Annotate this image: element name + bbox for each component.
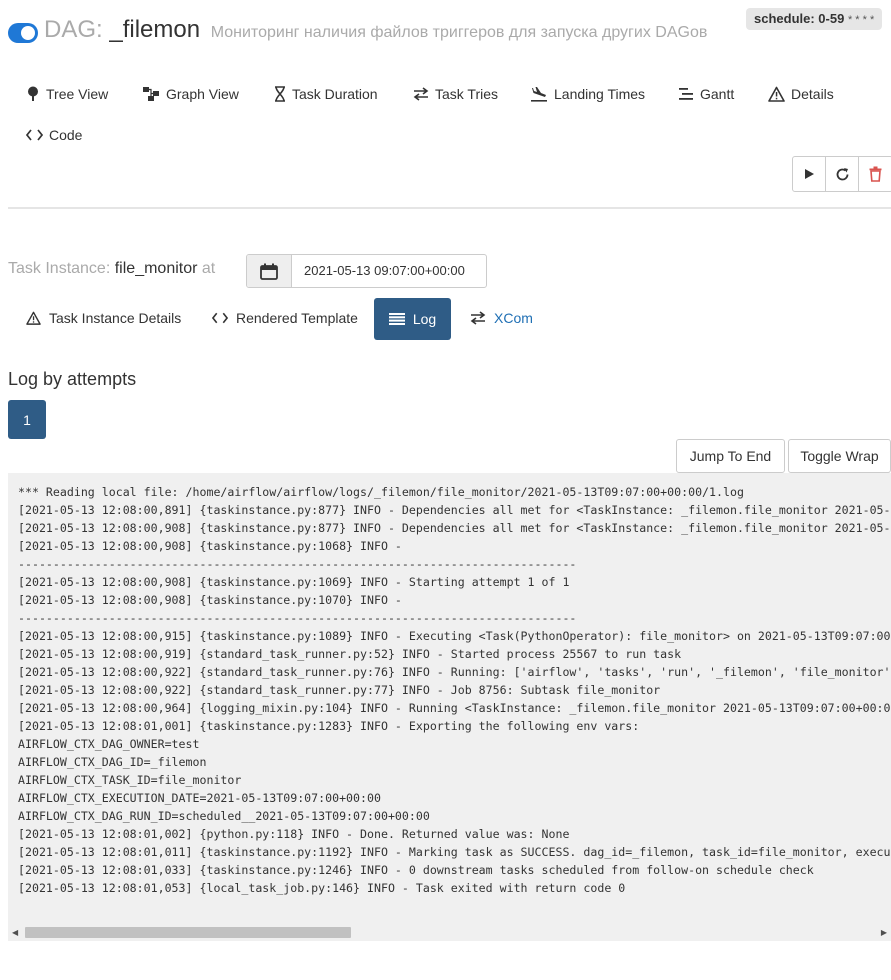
tab-task-instance-details-label: Task Instance Details [49,310,182,326]
dag-prefix: DAG: [44,16,103,43]
swap-arrows-icon [470,311,486,325]
schedule-label: schedule: 0-59 [754,11,845,26]
nav-code[interactable]: Code [26,127,82,143]
log-line: AIRFLOW_CTX_DAG_ID=_filemon [18,755,207,769]
trash-icon [869,166,882,182]
log-line: AIRFLOW_CTX_TASK_ID=file_monitor [18,773,242,787]
execution-date-picker[interactable]: 2021-05-13 09:07:00+00:00 [246,254,487,288]
divider [8,207,891,209]
calendar-icon [260,263,278,280]
nav-tree-view[interactable]: Tree View [26,86,108,102]
log-line: [2021-05-13 12:08:00,922] {standard_task… [18,683,661,697]
log-line: AIRFLOW_CTX_EXECUTION_DATE=2021-05-13T09… [18,791,381,805]
log-line: [2021-05-13 12:08:00,919] {standard_task… [18,647,682,661]
log-line: [2021-05-13 12:08:00,922] {standard_task… [18,665,891,679]
tab-rendered-template-label: Rendered Template [236,310,358,326]
execution-date-input[interactable]: 2021-05-13 09:07:00+00:00 [292,255,486,287]
nav-code-label: Code [49,127,83,143]
jump-to-end-button[interactable]: Jump To End [676,439,785,473]
nav-graph-view[interactable]: Graph View [142,86,239,102]
nav-task-duration-label: Task Duration [292,86,378,102]
log-line: [2021-05-13 12:08:00,915] {taskinstance.… [18,629,891,643]
nav-details-label: Details [791,86,834,102]
dag-id: _filemon [109,16,201,43]
refresh-icon [836,167,848,180]
horizontal-scrollbar[interactable]: ◀ ▶ [8,925,891,940]
scrollbar-thumb[interactable] [25,927,351,938]
code-icon [26,129,43,141]
schedule-badge: schedule: 0-59 * * * * [746,8,883,30]
nav-tree-view-label: Tree View [46,86,109,102]
log-line: [2021-05-13 12:08:01,001] {taskinstance.… [18,719,640,733]
ti-task-id: file_monitor [114,260,198,277]
toggle-wrap-button[interactable]: Toggle Wrap [788,439,891,473]
hourglass-icon [275,86,285,102]
nav-gantt[interactable]: Gantt [678,86,734,102]
warning-triangle-icon [26,311,41,325]
log-line: [2021-05-13 12:08:00,908] {taskinstance.… [18,575,570,589]
warning-triangle-icon [768,86,785,102]
graph-view-icon [143,87,159,101]
code-icon [212,312,228,324]
tree-view-icon [28,86,38,101]
log-text: *** Reading local file: /home/airflow/ai… [18,483,891,897]
log-line: [2021-05-13 12:08:00,908] {taskinstance.… [18,593,402,607]
calendar-button[interactable] [247,255,292,287]
play-icon [804,169,814,179]
ti-label: Task Instance: [8,260,111,277]
log-line: [2021-05-13 12:08:01,053] {local_task_jo… [18,881,626,895]
log-line: [2021-05-13 12:08:00,908] {taskinstance.… [18,539,402,553]
tab-xcom[interactable]: XCom [470,310,533,326]
log-heading: Log by attempts [8,369,137,389]
trigger-dag-button[interactable] [793,157,826,191]
log-line: [2021-05-13 12:08:01,011] {taskinstance.… [18,845,891,859]
swap-arrows-icon [413,87,429,101]
tab-log-label: Log [412,311,437,327]
log-line: AIRFLOW_CTX_DAG_RUN_ID=scheduled__2021-0… [18,809,430,823]
log-output[interactable]: *** Reading local file: /home/airflow/ai… [8,473,891,941]
nav-task-tries[interactable]: Task Tries [413,86,498,102]
scroll-left-arrow-icon[interactable]: ◀ [12,928,18,937]
tab-rendered-template[interactable]: Rendered Template [212,310,358,326]
scroll-right-arrow-icon[interactable]: ▶ [881,928,887,937]
delete-dag-button[interactable] [859,157,891,191]
tab-xcom-label: XCom [494,310,533,326]
plane-landing-icon [531,87,547,102]
task-instance-heading: Task Instance: file_monitor at [8,260,215,278]
log-line: [2021-05-13 12:08:00,908] {taskinstance.… [18,521,891,535]
log-line: ----------------------------------------… [18,557,577,571]
log-line: [2021-05-13 12:08:00,891] {taskinstance.… [18,503,891,517]
tab-task-instance-details[interactable]: Task Instance Details [26,310,181,326]
nav-graph-view-label: Graph View [166,86,239,102]
log-line: *** Reading local file: /home/airflow/ai… [18,485,744,499]
ti-at: at [201,260,216,277]
nav-gantt-label: Gantt [700,86,735,102]
list-icon [388,313,405,325]
dag-description: Мониторинг наличия файлов триггеров для … [210,24,708,41]
refresh-button[interactable] [826,157,859,191]
dag-toggle[interactable] [8,23,38,43]
dag-actions [792,156,891,192]
tab-log[interactable]: Log [374,298,451,340]
log-line: [2021-05-13 12:08:01,002] {python.py:118… [18,827,570,841]
nav-task-tries-label: Task Tries [435,86,499,102]
nav-details[interactable]: Details [768,86,834,102]
nav-task-duration[interactable]: Task Duration [274,86,378,102]
schedule-rest: * * * * [847,14,875,26]
toggle-knob [21,26,35,40]
log-line: [2021-05-13 12:08:01,033] {taskinstance.… [18,863,814,877]
log-line: ----------------------------------------… [18,611,577,625]
page-title: DAG: _filemon Мониторинг наличия файлов … [44,16,707,44]
nav-landing-times[interactable]: Landing Times [530,86,645,102]
nav-landing-times-label: Landing Times [554,86,646,102]
gantt-icon [679,88,693,100]
log-line: [2021-05-13 12:08:00,964] {logging_mixin… [18,701,891,715]
log-line: AIRFLOW_CTX_DAG_OWNER=test [18,737,200,751]
attempt-button[interactable]: 1 [8,400,46,439]
